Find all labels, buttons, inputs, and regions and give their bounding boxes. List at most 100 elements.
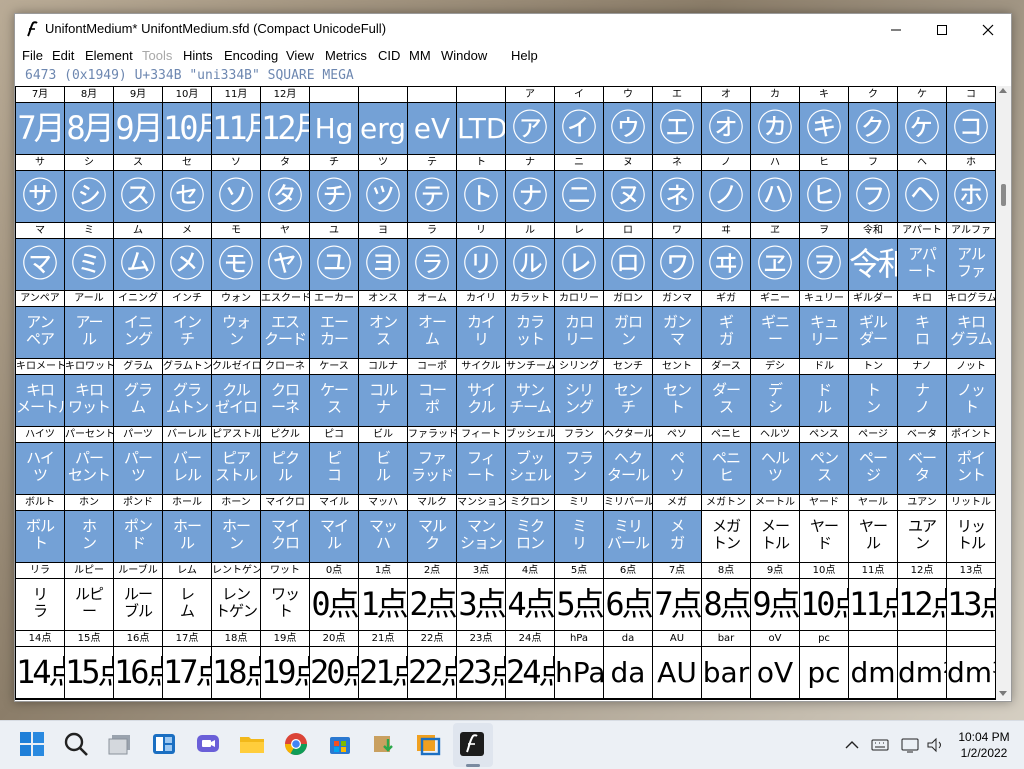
glyph-cell[interactable]: ミ㋯	[65, 223, 113, 290]
glyph-cell[interactable]: キ㋖	[800, 87, 848, 154]
glyph-cell[interactable]: dm	[849, 631, 897, 698]
keyboard-icon[interactable]	[870, 735, 890, 755]
glyph-cell[interactable]: ギニー ギニ ー	[751, 291, 799, 358]
glyph-cell[interactable]: ネ㋧	[653, 155, 701, 222]
glyph-cell[interactable]: ファラッド ファ ラッド	[408, 427, 456, 494]
maximize-button[interactable]	[919, 14, 965, 45]
menu-edit[interactable]: Edit	[52, 48, 74, 63]
glyph-cell[interactable]: 6点 6点	[604, 563, 652, 630]
glyph-cell[interactable]: ガンマ ガン マ	[653, 291, 701, 358]
glyph-cell[interactable]: ツ㋡	[359, 155, 407, 222]
glyph-cell[interactable]: AU AU	[653, 631, 701, 698]
glyph-cell[interactable]: 12点12点	[898, 563, 946, 630]
glyph-cell[interactable]: レントゲン レン トゲン	[212, 563, 260, 630]
glyph-cell[interactable]: バーレル バー レル	[163, 427, 211, 494]
glyph-cell[interactable]: 11月11月	[212, 87, 260, 154]
glyph-cell[interactable]: bar bar	[702, 631, 750, 698]
glyph-cell[interactable]: 14点14点	[16, 631, 64, 698]
glyph-cell[interactable]: キュリー キュ リー	[800, 291, 848, 358]
glyph-cell[interactable]: 12月12月	[261, 87, 309, 154]
glyph-cell[interactable]: コーポ コー ポ	[408, 359, 456, 426]
glyph-cell[interactable]: ピアストル ピア ストル	[212, 427, 260, 494]
glyph-cell[interactable]: イ㋑	[555, 87, 603, 154]
glyph-cell[interactable]: ハイツ ハイ ツ	[16, 427, 64, 494]
glyph-cell[interactable]: 22点22点	[408, 631, 456, 698]
glyph-cell[interactable]: 24点24点	[506, 631, 554, 698]
glyph-cell[interactable]: dm²	[898, 631, 946, 698]
glyph-cell[interactable]: オ㋔	[702, 87, 750, 154]
glyph-cell[interactable]: ダース ダー ス	[702, 359, 750, 426]
glyph-cell[interactable]: ブッシェル ブッ シェル	[506, 427, 554, 494]
glyph-cell[interactable]: カイリ カイ リ	[457, 291, 505, 358]
menu-mm[interactable]: MM	[409, 48, 431, 63]
chrome-icon[interactable]	[283, 731, 311, 759]
glyph-cell[interactable]: マイル マイ ル	[310, 495, 358, 562]
glyph-cell[interactable]: 9月 9月	[114, 87, 162, 154]
glyph-cell[interactable]: ヤール ヤー ル	[849, 495, 897, 562]
scroll-down-arrow-icon[interactable]	[999, 691, 1007, 696]
vertical-scrollbar[interactable]	[996, 86, 1011, 700]
glyph-cell[interactable]: Hg	[310, 87, 358, 154]
task-view-icon[interactable]	[107, 731, 135, 759]
glyph-cell[interactable]: 7点 7点	[653, 563, 701, 630]
file-explorer-icon[interactable]	[239, 731, 267, 759]
glyph-cell[interactable]: 15点15点	[65, 631, 113, 698]
glyph-cell[interactable]: カロリー カロ リー	[555, 291, 603, 358]
glyph-cell[interactable]: ハ㋩	[751, 155, 799, 222]
scrollbar-thumb[interactable]	[1001, 184, 1006, 206]
menu-encoding[interactable]: Encoding	[224, 48, 278, 63]
glyph-cell[interactable]: シリング シリ ング	[555, 359, 603, 426]
glyph-cell[interactable]: オンス オン ス	[359, 291, 407, 358]
glyph-cell[interactable]: LTD	[457, 87, 505, 154]
glyph-cell[interactable]: 16点16点	[114, 631, 162, 698]
glyph-cell[interactable]: ワット ワッ ト	[261, 563, 309, 630]
glyph-cell[interactable]: フィート フィ ート	[457, 427, 505, 494]
glyph-cell[interactable]: 8月 8月	[65, 87, 113, 154]
menu-help[interactable]: Help	[511, 48, 538, 63]
glyph-cell[interactable]: ナ㋤	[506, 155, 554, 222]
glyph-cell[interactable]: マイクロ マイ クロ	[261, 495, 309, 562]
menu-cid[interactable]: CID	[378, 48, 400, 63]
glyph-cell[interactable]: 17点17点	[163, 631, 211, 698]
glyph-cell[interactable]: ホール ホー ル	[163, 495, 211, 562]
glyph-cell[interactable]: ウ㋒	[604, 87, 652, 154]
glyph-cell[interactable]: ヌ㋦	[604, 155, 652, 222]
app-box-icon[interactable]	[415, 731, 443, 759]
glyph-cell[interactable]: ア㋐	[506, 87, 554, 154]
glyph-cell[interactable]: ビルビ ル	[359, 427, 407, 494]
glyph-cell[interactable]: ボルト ボル ト	[16, 495, 64, 562]
glyph-cell[interactable]: キロメートルキロ メートル	[16, 359, 64, 426]
glyph-cell[interactable]: ヘクタール ヘク タール	[604, 427, 652, 494]
glyph-cell[interactable]: ヒ㋪	[800, 155, 848, 222]
glyph-cell[interactable]: ケ㋘	[898, 87, 946, 154]
glyph-cell[interactable]: ミリバール ミリ バール	[604, 495, 652, 562]
glyph-cell[interactable]: 13点13点	[947, 563, 995, 630]
glyph-cell[interactable]: メガトン メガ トン	[702, 495, 750, 562]
glyph-cell[interactable]: ナノナ ノ	[898, 359, 946, 426]
network-icon[interactable]	[900, 735, 920, 755]
glyph-cell[interactable]: 18点18点	[212, 631, 260, 698]
glyph-cell[interactable]: ベータ ベー タ	[898, 427, 946, 494]
glyph-cell[interactable]: dm³	[947, 631, 995, 698]
glyph-cell[interactable]: ピクル ピク ル	[261, 427, 309, 494]
glyph-cell[interactable]: メートル メー トル	[751, 495, 799, 562]
glyph-cell[interactable]: ペンス ペン ス	[800, 427, 848, 494]
glyph-cell[interactable]: トント ン	[849, 359, 897, 426]
fontforge-icon[interactable]	[459, 731, 487, 759]
glyph-cell[interactable]: サンチーム サン チーム	[506, 359, 554, 426]
glyph-cell[interactable]: ミクロン ミク ロン	[506, 495, 554, 562]
glyph-cell[interactable]: リラリ ラ	[16, 563, 64, 630]
glyph-cell[interactable]: ページ ペー ジ	[849, 427, 897, 494]
glyph-cell[interactable]: ヱ㋽	[751, 223, 799, 290]
glyph-cell[interactable]: モ㋲	[212, 223, 260, 290]
glyph-cell[interactable]: 0点 0点	[310, 563, 358, 630]
glyph-cell[interactable]: メガメ ガ	[653, 495, 701, 562]
glyph-cell[interactable]: タ㋟	[261, 155, 309, 222]
glyph-cell[interactable]: マンション マン ション	[457, 495, 505, 562]
glyph-cell[interactable]: ガロン ガロ ン	[604, 291, 652, 358]
glyph-cell[interactable]: hPa hPa	[555, 631, 603, 698]
glyph-cell[interactable]: セ㋝	[163, 155, 211, 222]
glyph-cell[interactable]: コルナ コル ナ	[359, 359, 407, 426]
glyph-cell[interactable]: ホンホ ン	[65, 495, 113, 562]
glyph-cell[interactable]: ペソペ ソ	[653, 427, 701, 494]
